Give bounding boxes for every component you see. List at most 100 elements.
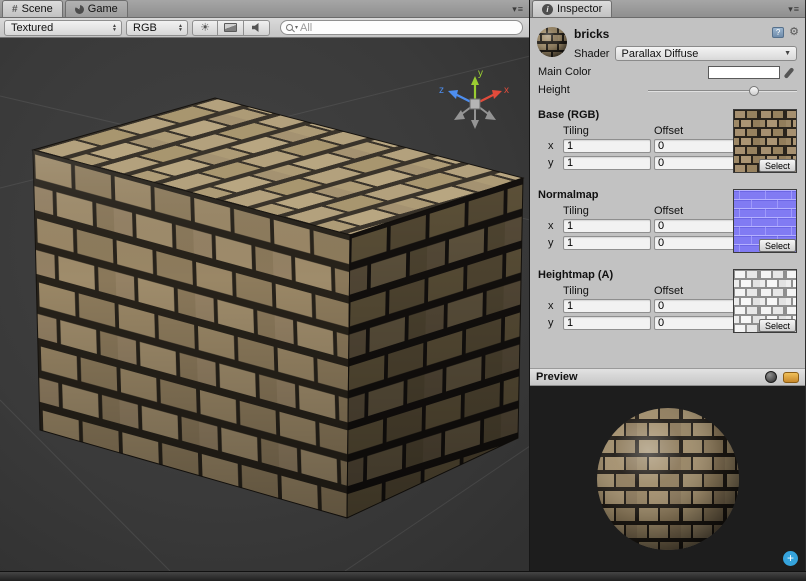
axis-x-label: x [546,220,560,232]
normal-offset-x-field[interactable] [654,219,742,233]
slider-track [648,90,797,92]
draw-mode-dropdown[interactable]: Textured ▲▼ [4,20,122,36]
heightmap-select-button[interactable]: Select [759,319,796,332]
info-icon: i [542,4,553,15]
material-header: bricks Shader Parallax Diffuse ▼ ? ⚙ [530,22,805,63]
search-input[interactable] [300,22,514,34]
gear-icon[interactable]: ⚙ [789,27,799,38]
axis-y-label: y [546,237,560,249]
material-sphere-icon [536,26,568,58]
color-channel-value: RGB [133,22,174,34]
orientation-gizmo[interactable]: y x z [437,64,513,143]
offset-label: Offset [654,205,742,217]
main-color-swatch[interactable] [708,66,780,79]
help-icon[interactable]: ? [772,27,784,38]
height-label: Height [538,84,648,96]
heightmap-tiling-x-field[interactable] [563,299,651,313]
chevron-down-icon: ▼ [784,50,791,57]
base-tiling-x-field[interactable] [563,139,651,153]
offset-label: Offset [654,285,742,297]
tiling-label: Tiling [563,205,651,217]
texture-section-heightmap: Heightmap (A) Tiling Offset x [538,269,799,339]
normal-offset-y-field[interactable] [654,236,742,250]
draw-mode-value: Textured [11,22,108,34]
material-name: bricks [574,26,799,41]
audio-toggle-button[interactable] [244,20,270,36]
heightmap-texture-thumbnail[interactable]: Select [733,269,797,333]
skybox-toggle-button[interactable] [218,20,244,36]
dropdown-arrows-icon: ▲▼ [178,24,183,32]
texture-section-base: Base (RGB) Tiling Offset x [538,109,799,179]
tab-scene[interactable]: # Scene [2,0,63,17]
tab-inspector-label: Inspector [557,3,602,15]
preview-panel: Preview + [530,368,805,571]
preview-title: Preview [536,371,765,383]
search-icon [286,24,293,31]
speaker-icon [252,23,262,33]
eyedropper-icon[interactable] [785,66,797,79]
axis-x-label: x [546,300,560,312]
heightmap-offset-y-field[interactable] [654,316,742,330]
dropdown-arrows-icon: ▲▼ [112,24,117,32]
preview-mesh-icon[interactable] [765,371,777,383]
base-tiling-y-field[interactable] [563,156,651,170]
tab-inspector[interactable]: i Inspector [532,0,612,17]
gizmo-center-cube [470,99,480,109]
shader-value: Parallax Diffuse [621,48,784,60]
base-texture-thumbnail[interactable]: Select [733,109,797,173]
game-icon [75,5,84,14]
height-slider[interactable] [648,84,797,97]
heightmap-tiling-y-field[interactable] [563,316,651,330]
window-bottom-bar [0,571,806,581]
tab-scene-label: Scene [22,3,53,15]
preview-sphere [593,404,743,554]
tab-game[interactable]: Game [65,0,128,17]
scene-tab-strip: # Scene Game ▾≡ [0,0,529,18]
tab-game-label: Game [88,3,118,15]
heightmap-offset-x-field[interactable] [654,299,742,313]
color-channel-dropdown[interactable]: RGB ▲▼ [126,20,188,36]
scene-viewport[interactable]: y x z [0,38,529,571]
inspector-pane-menu-icon[interactable]: ▾≡ [788,4,800,15]
shader-label: Shader [574,48,609,60]
texture-section-normalmap: Normalmap Tiling Offset x [538,189,799,259]
tiling-label: Tiling [563,285,651,297]
scene-panel: # Scene Game ▾≡ Textured ▲▼ RGB ▲▼ [0,0,530,571]
normal-tiling-x-field[interactable] [563,219,651,233]
unity-editor-window: # Scene Game ▾≡ Textured ▲▼ RGB ▲▼ [0,0,806,581]
slider-thumb[interactable] [749,86,759,96]
inspector-body: bricks Shader Parallax Diffuse ▼ ? ⚙ [530,18,805,368]
add-icon[interactable]: + [783,551,798,566]
preview-header[interactable]: Preview [530,368,805,386]
scene-search-field[interactable]: ▾ [280,20,523,35]
svg-text:y: y [478,68,483,79]
base-offset-y-field[interactable] [654,156,742,170]
base-offset-x-field[interactable] [654,139,742,153]
offset-label: Offset [654,125,742,137]
svg-text:z: z [439,85,444,96]
shader-dropdown[interactable]: Parallax Diffuse ▼ [615,46,797,61]
normalmap-texture-thumbnail[interactable]: Select [733,189,797,253]
lighting-toggle-button[interactable]: ☀ [192,20,218,36]
base-select-button[interactable]: Select [759,159,796,172]
preview-area[interactable]: + [530,386,805,571]
scene-pane-menu-icon[interactable]: ▾≡ [512,4,524,15]
height-row: Height [530,81,805,99]
inspector-tab-strip: i Inspector ▾≡ [530,0,805,18]
preview-light-icon[interactable] [783,372,799,383]
axis-y-label: y [546,317,560,329]
axis-y-label: y [546,157,560,169]
main-color-row: Main Color [530,63,805,81]
axis-x-label: x [546,140,560,152]
svg-text:x: x [504,85,509,96]
normal-tiling-y-field[interactable] [563,236,651,250]
scene-toggle-group: ☀ [192,20,270,36]
search-filter-caret-icon: ▾ [295,24,298,31]
normalmap-select-button[interactable]: Select [759,239,796,252]
scene-toolbar: Textured ▲▼ RGB ▲▼ ☀ ▾ [0,18,529,38]
main-color-label: Main Color [538,66,648,78]
inspector-panel: i Inspector ▾≡ bricks Shader [530,0,805,571]
scene-grid-icon: # [12,4,18,15]
image-icon [224,23,237,32]
tiling-label: Tiling [563,125,651,137]
